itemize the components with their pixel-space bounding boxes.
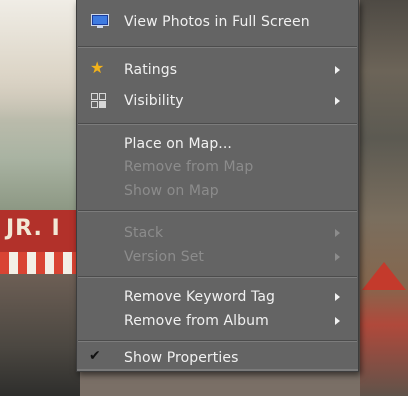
submenu-arrow-icon — [335, 317, 340, 325]
background-photo-left-lower — [0, 274, 80, 396]
grid-icon — [91, 93, 106, 108]
menu-item-show-on-map[interactable]: Show on Map — [77, 180, 358, 202]
submenu-arrow-icon — [335, 253, 340, 261]
monitor-icon — [91, 14, 109, 28]
menu-separator — [78, 276, 357, 278]
menu-item-label: Visibility — [124, 93, 184, 109]
submenu-arrow-icon — [335, 66, 340, 74]
background-sign-text: JR. I — [6, 216, 61, 241]
menu-item-label: View Photos in Full Screen — [124, 14, 310, 30]
menu-item-label: Remove Keyword Tag — [124, 289, 276, 305]
menu-item-remove-from-map[interactable]: Remove from Map — [77, 156, 358, 178]
menu-item-place-on-map[interactable]: Place on Map... — [77, 133, 358, 155]
menu-item-label: Ratings — [124, 62, 178, 78]
menu-item-label: Show on Map — [124, 183, 219, 199]
menu-separator — [78, 46, 357, 48]
menu-item-stack[interactable]: Stack — [77, 222, 358, 244]
background-photo-right — [360, 0, 408, 396]
background-awning — [0, 252, 80, 274]
check-icon: ✔ — [89, 348, 101, 364]
menu-separator — [78, 340, 357, 342]
menu-item-visibility[interactable]: Visibility — [77, 90, 358, 112]
background-roof — [362, 262, 406, 290]
menu-item-label: Remove from Map — [124, 159, 254, 175]
menu-item-remove-keyword-tag[interactable]: Remove Keyword Tag — [77, 286, 358, 308]
star-icon: ★ — [90, 58, 105, 77]
menu-item-label: Remove from Album — [124, 313, 269, 329]
menu-item-view-full-screen[interactable]: View Photos in Full Screen — [77, 11, 358, 33]
menu-item-ratings[interactable]: ★ Ratings — [77, 59, 358, 81]
menu-separator — [78, 123, 357, 125]
menu-item-show-properties[interactable]: ✔ Show Properties — [77, 347, 358, 369]
menu-item-version-set[interactable]: Version Set — [77, 246, 358, 268]
menu-item-label: Stack — [124, 225, 164, 241]
submenu-arrow-icon — [335, 97, 340, 105]
submenu-arrow-icon — [335, 229, 340, 237]
menu-item-label: Show Properties — [124, 350, 239, 366]
submenu-arrow-icon — [335, 293, 340, 301]
menu-item-label: Version Set — [124, 249, 205, 265]
menu-item-label: Place on Map... — [124, 136, 232, 152]
background-sky — [0, 0, 80, 120]
context-menu: View Photos in Full Screen ★ Ratings Vis… — [76, 0, 359, 372]
menu-item-remove-from-album[interactable]: Remove from Album — [77, 310, 358, 332]
menu-separator — [78, 210, 357, 212]
